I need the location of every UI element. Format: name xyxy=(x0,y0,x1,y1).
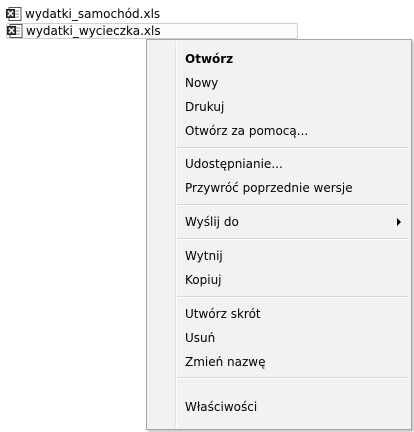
file-item-wydatki-wycieczka[interactable]: wydatki_wycieczka.xls xyxy=(6,23,298,39)
menu-item-create-shortcut[interactable]: Utwórz skrót xyxy=(149,302,409,326)
menu-item-restore-previous-versions[interactable]: Przywróć poprzednie wersje xyxy=(149,176,409,200)
menu-item-new[interactable]: Nowy xyxy=(149,71,409,95)
menu-item-open[interactable]: Otwórz xyxy=(149,47,409,71)
menu-item-delete[interactable]: Usuń xyxy=(149,326,409,350)
menu-item-send-to-label: Wyślij do xyxy=(185,215,239,229)
file-item-wydatki-samochod[interactable]: wydatki_samochód.xls xyxy=(6,6,186,22)
menu-separator xyxy=(177,147,409,149)
menu-item-share[interactable]: Udostępnianie... xyxy=(149,152,409,176)
menu-item-copy[interactable]: Kopiuj xyxy=(149,268,409,292)
excel-file-icon xyxy=(6,7,22,21)
menu-separator xyxy=(177,204,409,206)
submenu-arrow-icon xyxy=(397,218,401,226)
menu-item-rename[interactable]: Zmień nazwę xyxy=(149,350,409,374)
menu-separator xyxy=(177,296,409,298)
menu-item-open-with[interactable]: Otwórz za pomocą... xyxy=(149,119,409,143)
menu-item-properties[interactable]: Właściwości xyxy=(149,395,409,419)
menu-item-cut[interactable]: Wytnij xyxy=(149,244,409,268)
file-name: wydatki_samochód.xls xyxy=(25,7,161,21)
excel-file-icon xyxy=(7,24,23,38)
menu-item-send-to[interactable]: Wyślij do xyxy=(149,210,409,234)
menu-item-print[interactable]: Drukuj xyxy=(149,95,409,119)
menu-separator xyxy=(177,377,409,379)
file-name: wydatki_wycieczka.xls xyxy=(26,24,161,38)
menu-separator xyxy=(177,238,409,240)
context-menu: Otwórz Nowy Drukuj Otwórz za pomocą... U… xyxy=(146,39,412,430)
